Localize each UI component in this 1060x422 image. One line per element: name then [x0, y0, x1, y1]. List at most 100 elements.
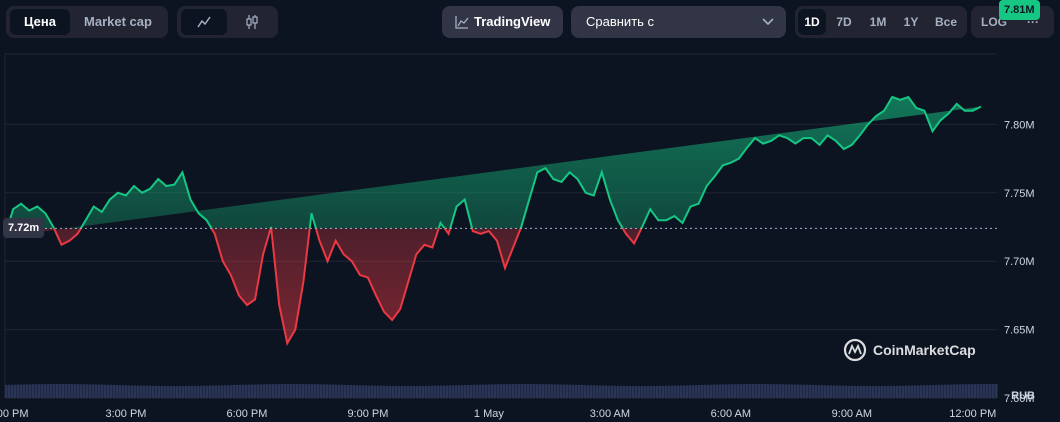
volume-bar	[734, 384, 737, 398]
volume-bar	[947, 384, 950, 398]
volume-bar	[167, 385, 170, 398]
volume-bar	[563, 384, 566, 398]
volume-bar	[680, 385, 683, 398]
volume-bar	[662, 385, 665, 398]
volume-bar	[296, 384, 299, 398]
volume-bar	[407, 385, 410, 398]
volume-bar	[485, 384, 488, 398]
volume-bar	[8, 384, 11, 398]
volume-bar	[284, 384, 287, 398]
volume-bar	[917, 385, 920, 398]
volume-bar	[992, 384, 995, 398]
volume-bar	[983, 384, 986, 398]
volume-bar	[380, 385, 383, 398]
volume-bar	[590, 385, 593, 398]
volume-bar	[827, 385, 830, 398]
volume-bar	[356, 385, 359, 398]
volume-bar	[197, 385, 200, 398]
volume-bar	[809, 384, 812, 398]
volume-bar	[761, 384, 764, 398]
currency-label: RUB	[1011, 390, 1035, 402]
volume-bar	[656, 385, 659, 398]
volume-bar	[191, 385, 194, 398]
volume-bar	[104, 384, 107, 398]
volume-bar	[95, 384, 98, 398]
volume-bar	[635, 385, 638, 398]
volume-bar	[995, 384, 998, 398]
volume-bar	[830, 385, 833, 398]
volume-bar	[665, 385, 668, 398]
volume-bar	[611, 385, 614, 398]
volume-bar	[551, 384, 554, 398]
volume-bar	[542, 384, 545, 398]
volume-bar	[587, 385, 590, 398]
volume-bar	[143, 385, 146, 398]
volume-bar	[341, 384, 344, 398]
volume-bar	[161, 385, 164, 398]
volume-bar	[353, 385, 356, 398]
volume-bar	[806, 384, 809, 398]
volume-bar	[146, 385, 149, 398]
volume-bar	[488, 384, 491, 398]
volume-bar	[638, 385, 641, 398]
volume-bar	[149, 385, 152, 398]
volume-bar	[41, 384, 44, 398]
volume-bar	[23, 384, 26, 398]
volume-bar	[335, 384, 338, 398]
volume-bar	[944, 384, 947, 398]
volume-bar	[365, 385, 368, 398]
volume-bar	[176, 385, 179, 398]
volume-bar	[671, 385, 674, 398]
volume-bar	[377, 385, 380, 398]
volume-bar	[899, 385, 902, 398]
volume-bar	[905, 385, 908, 398]
volume-bar	[338, 384, 341, 398]
volume-bar	[215, 385, 218, 398]
volume-bar	[314, 384, 317, 398]
volume-bar	[599, 385, 602, 398]
volume-bar	[494, 384, 497, 398]
volume-bar	[890, 385, 893, 398]
volume-bar	[539, 384, 542, 398]
volume-bar	[641, 385, 644, 398]
volume-bar	[716, 384, 719, 398]
volume-bar	[101, 384, 104, 398]
volume-bar	[332, 384, 335, 398]
volume-bar	[908, 385, 911, 398]
volume-bar	[209, 385, 212, 398]
volume-bar	[722, 384, 725, 398]
x-tick-label: 6:00 AM	[711, 408, 751, 420]
volume-bar	[548, 384, 551, 398]
x-axis-labels: 12:00 PM 3:00 PM 6:00 PM 9:00 PM 1 May 3:00 A…	[0, 408, 996, 420]
volume-bar	[767, 384, 770, 398]
volume-bar	[695, 385, 698, 398]
volume-bar	[203, 385, 206, 398]
volume-bar	[677, 385, 680, 398]
volume-bar	[440, 385, 443, 398]
volume-bar	[491, 384, 494, 398]
volume-bar	[602, 385, 605, 398]
volume-bar	[851, 385, 854, 398]
volume-bar	[755, 384, 758, 398]
volume-bar	[764, 384, 767, 398]
volume-bar	[770, 384, 773, 398]
volume-bar	[719, 384, 722, 398]
volume-bar	[920, 385, 923, 398]
volume-bar	[290, 384, 293, 398]
volume-bar	[512, 384, 515, 398]
volume-bar	[623, 385, 626, 398]
volume-bar	[158, 385, 161, 398]
volume-bar	[554, 384, 557, 398]
volume-bar	[308, 384, 311, 398]
volume-bar	[437, 385, 440, 398]
volume-bar	[614, 385, 617, 398]
volume-bar	[629, 385, 632, 398]
volume-bar	[80, 384, 83, 398]
volume-bar	[743, 384, 746, 398]
volume-bar	[464, 385, 467, 398]
volume-bar	[293, 384, 296, 398]
volume-bar	[521, 384, 524, 398]
volume-bar	[788, 384, 791, 398]
volume-bar	[224, 385, 227, 398]
volume-bar	[575, 384, 578, 398]
